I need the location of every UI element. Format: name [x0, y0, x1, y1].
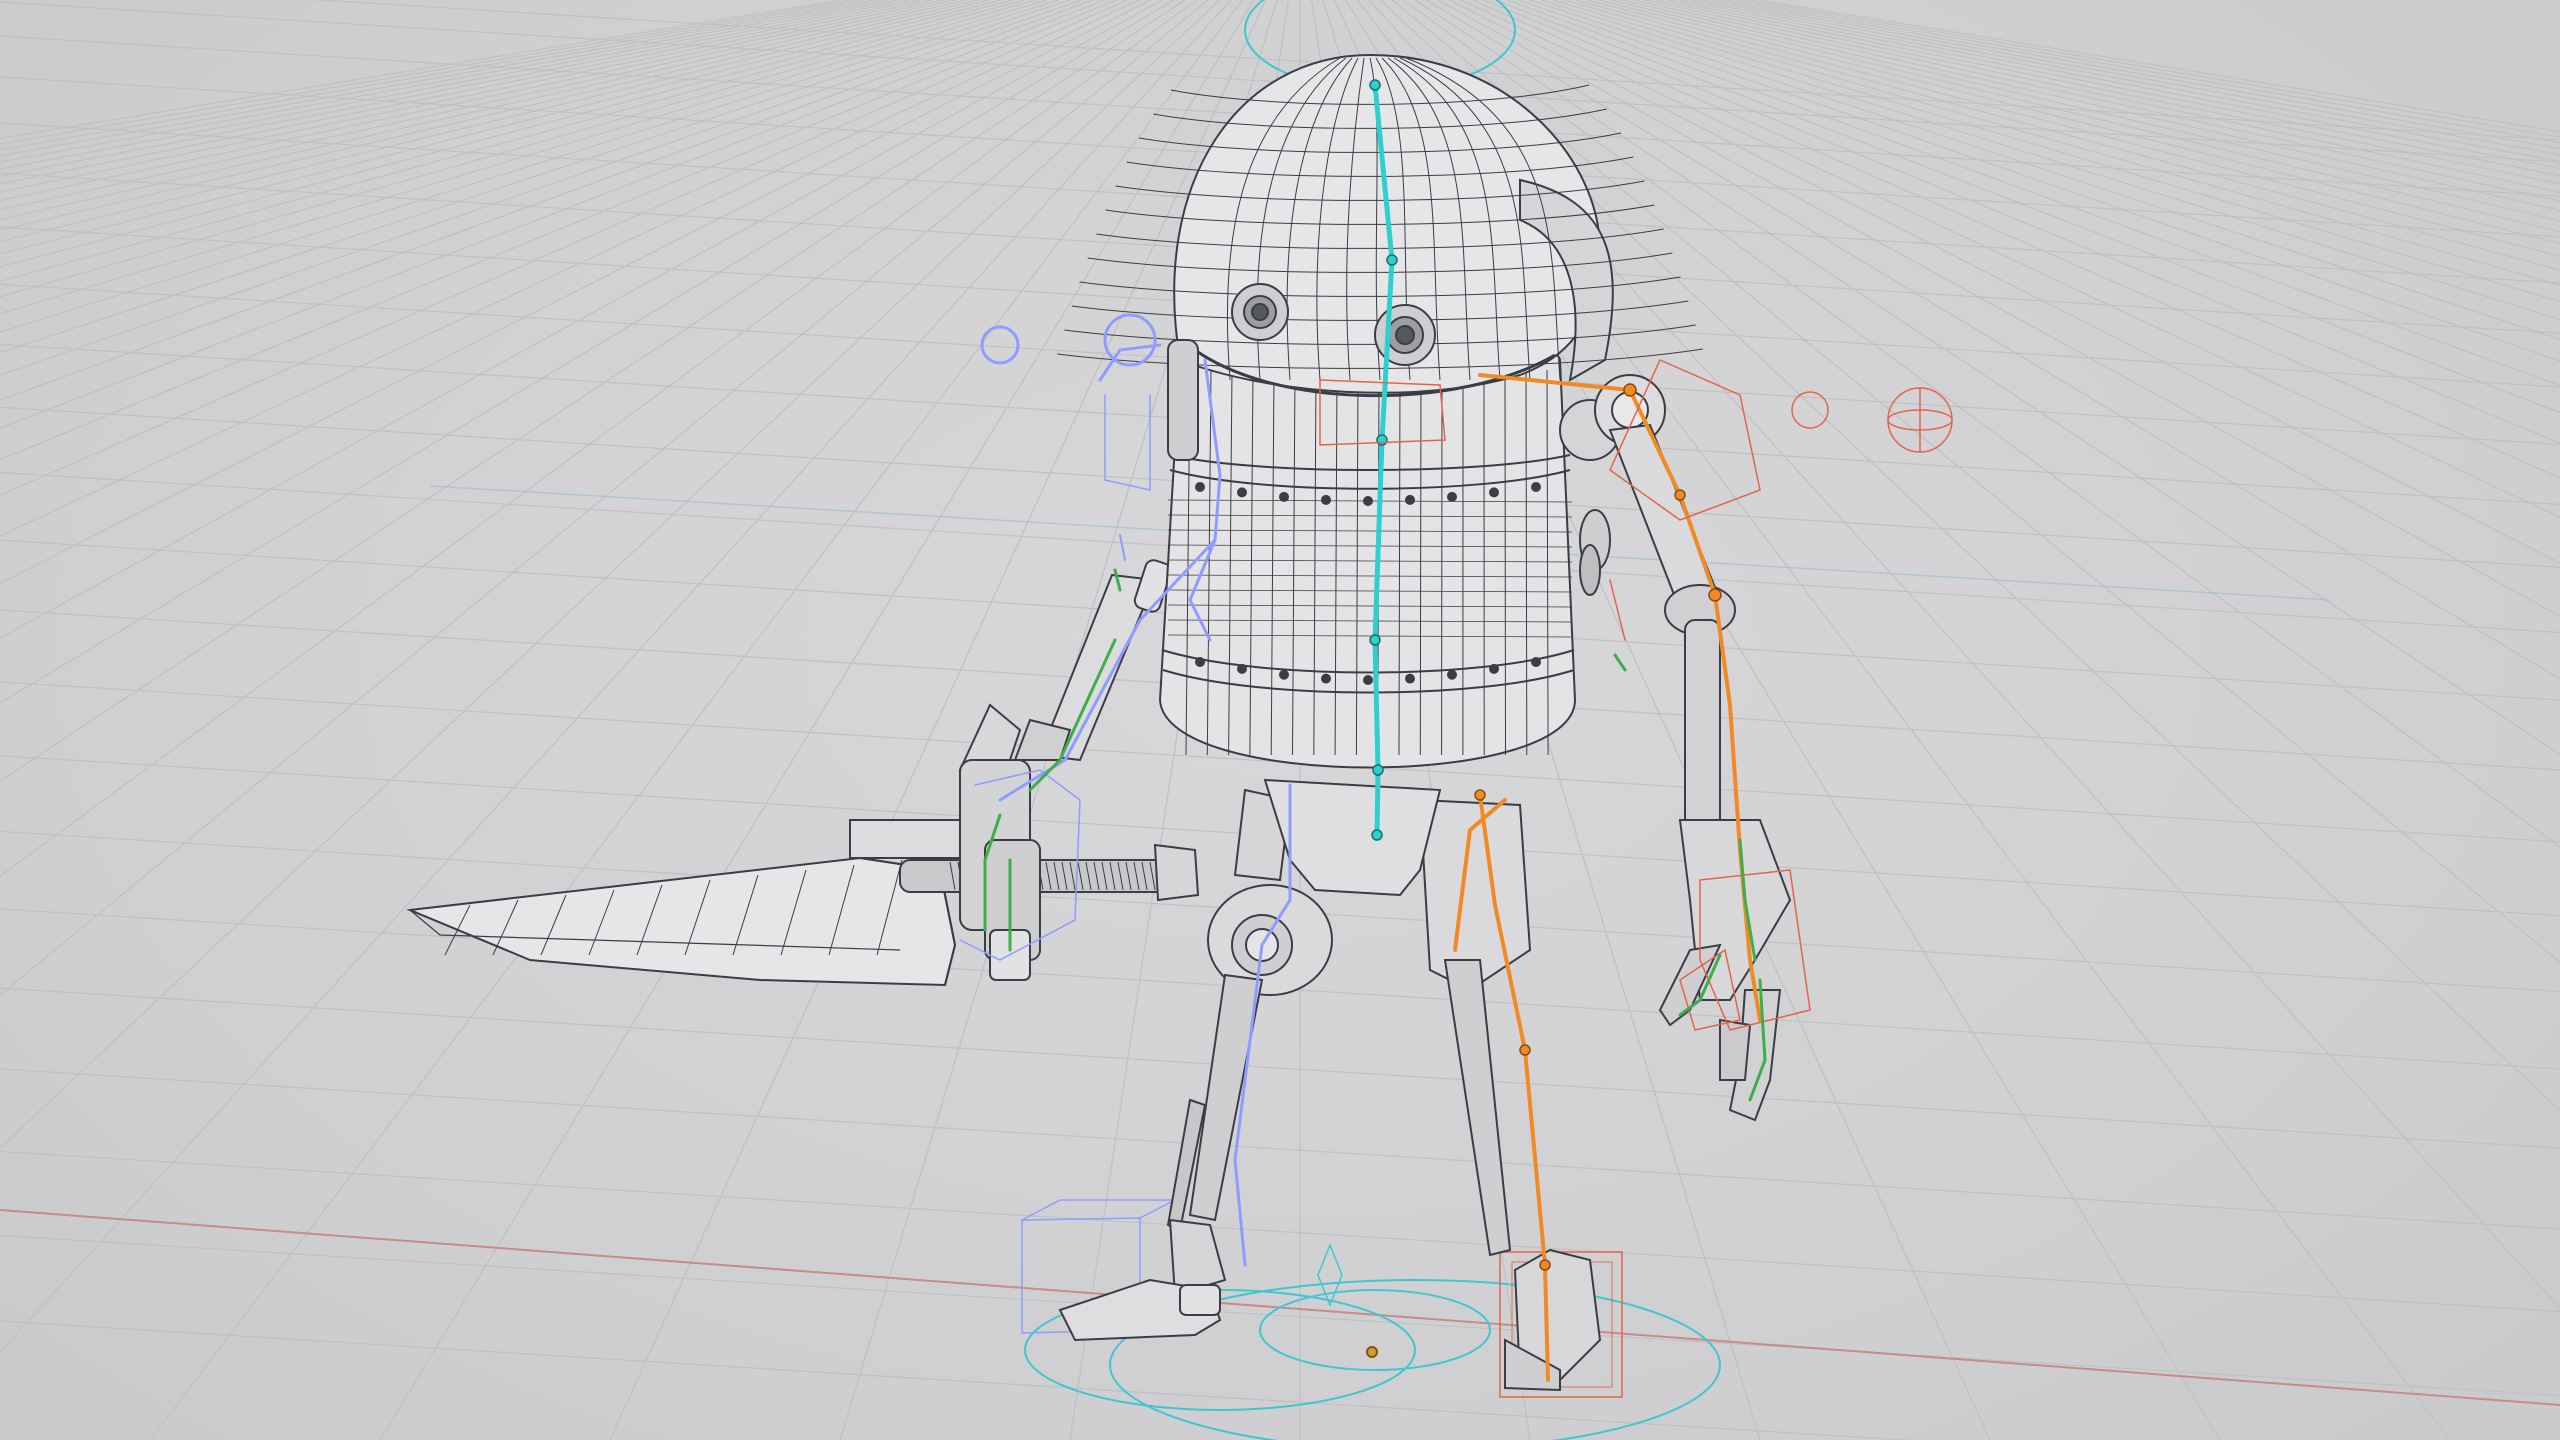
- rivet: [1237, 487, 1247, 498]
- rivet: [1405, 673, 1415, 684]
- grid-line: [1437, 0, 2560, 617]
- rivet: [1447, 669, 1457, 680]
- grid-line: [0, 0, 875, 157]
- rivet: [1195, 482, 1205, 492]
- grid-line: [1667, 0, 2560, 185]
- torso-wire-line: [1419, 369, 1422, 756]
- right-leg: [1418, 798, 1602, 1392]
- grid-line: [0, 0, 1082, 376]
- grid-line: [0, 0, 967, 221]
- grid-line: [0, 0, 898, 170]
- grid-line: [0, 0, 841, 140]
- grid-line: [0, 987, 2560, 1149]
- grid-line: [0, 0, 1048, 315]
- grid-line: [0, 0, 1117, 461]
- grid-line: [1656, 0, 2560, 193]
- rivet: [1489, 663, 1499, 674]
- grid-line: [0, 1150, 2560, 1313]
- rivet: [1195, 657, 1205, 667]
- rivet: [1321, 494, 1331, 505]
- rivet: [1279, 669, 1289, 680]
- grid-line: [1449, 0, 2560, 564]
- grid-line: [1460, 0, 2560, 519]
- grid-line: [379, 0, 1255, 1440]
- rivet: [1531, 482, 1541, 492]
- grid-line: [0, 1320, 1915, 1440]
- grid-line: [1575, 0, 2560, 271]
- grid-line: [0, 1068, 2560, 1230]
- grid-line: [0, 0, 1025, 282]
- grid-line: [0, 0, 933, 193]
- grid-line: [1713, 0, 2560, 156]
- rivet: [1531, 657, 1541, 667]
- grid-line: [1518, 0, 2560, 362]
- 3d-viewport[interactable]: [0, 0, 2560, 1440]
- grid-line: [0, 0, 1128, 497]
- rivet: [1237, 663, 1247, 674]
- rivet: [1447, 491, 1457, 502]
- grid-line: [1759, 0, 2560, 133]
- grid-line: [1679, 0, 2560, 177]
- torso-wire-line: [1504, 369, 1506, 756]
- grid-line: [0, 0, 1071, 354]
- rivet: [1405, 494, 1415, 505]
- grid-line: [1587, 0, 2560, 257]
- grid-line: [1736, 0, 2560, 144]
- grid-line: [0, 1234, 2560, 1397]
- rivet: [1363, 496, 1373, 506]
- left-arm: [958, 559, 1172, 981]
- grid-line: [1644, 0, 2560, 202]
- grid-line: [1506, 0, 2560, 387]
- grid-line: [1483, 0, 2560, 444]
- grid-line: [0, 0, 1036, 298]
- grid-line: [0, 0, 864, 151]
- grid-line: [1748, 0, 2560, 138]
- rivet: [1321, 673, 1331, 684]
- rivet: [1279, 491, 1289, 502]
- grid-line: [1495, 0, 2560, 414]
- grid-line: [0, 0, 1105, 429]
- rivet: [1363, 675, 1373, 685]
- grid-line: [0, 0, 944, 202]
- grid-line: [0, 0, 1002, 255]
- grid-line: [0, 0, 956, 211]
- sword: [406, 819, 1200, 987]
- grid-line: [0, 0, 887, 163]
- grid-line: [0, 0, 1013, 268]
- grid-line: [1472, 0, 2560, 479]
- grid-line: [1690, 0, 2560, 170]
- rivet: [1489, 487, 1499, 498]
- scene-canvas[interactable]: [0, 0, 2560, 1440]
- grid-line: [0, 0, 1059, 333]
